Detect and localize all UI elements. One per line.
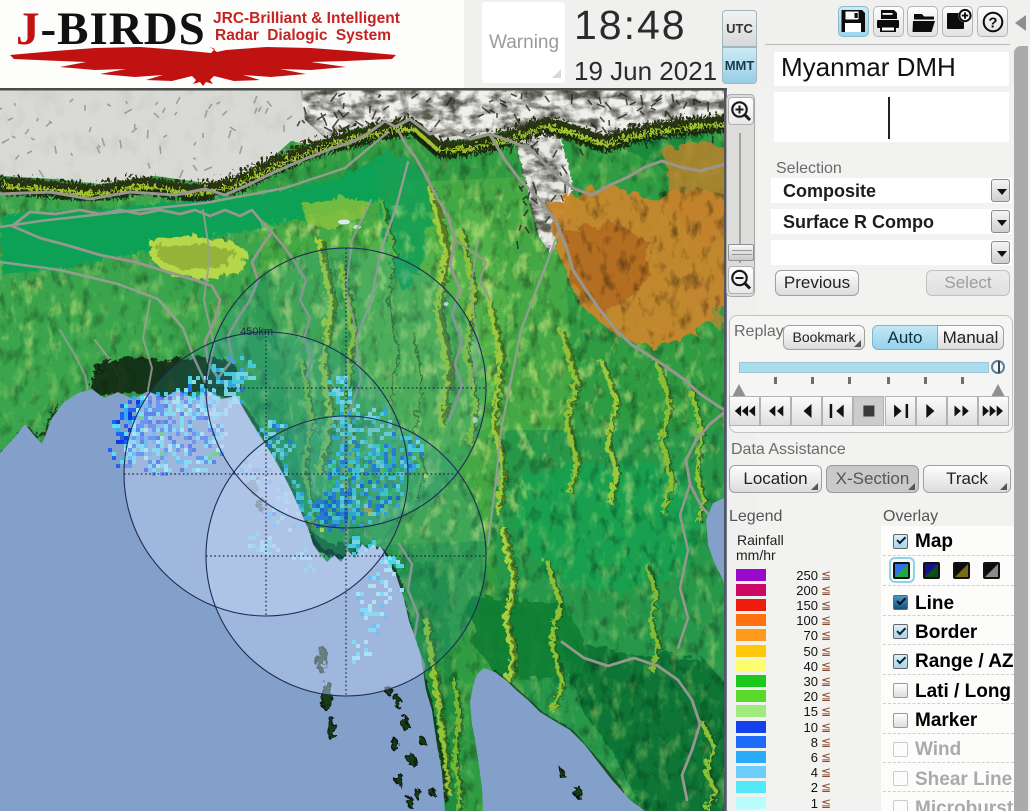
svg-text:?: ? — [988, 15, 997, 32]
svg-text:450km: 450km — [240, 326, 273, 338]
